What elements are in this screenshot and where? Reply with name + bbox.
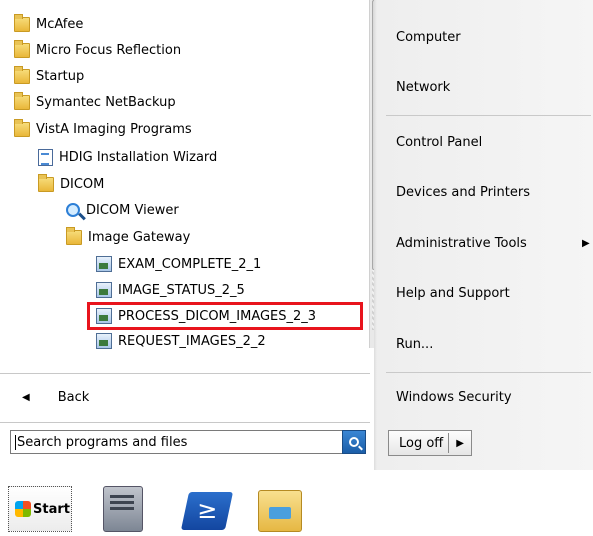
program-item-image-status[interactable]: IMAGE_STATUS_2_5 (96, 278, 245, 302)
program-icon (96, 333, 112, 349)
search-icon (349, 437, 359, 447)
folder-icon (38, 173, 54, 192)
program-label: REQUEST_IMAGES_2_2 (118, 333, 266, 349)
folder-icon (14, 13, 30, 32)
divider (0, 422, 370, 423)
program-item-symantec-netbackup[interactable]: Symantec NetBackup (14, 90, 176, 114)
program-item-dicom[interactable]: DICOM (38, 172, 104, 196)
program-item-image-gateway[interactable]: Image Gateway (66, 225, 190, 249)
submenu-arrow-icon: ▶ (582, 238, 590, 249)
back-label: Back (57, 389, 90, 405)
windows-logo-icon (15, 501, 31, 517)
search-input[interactable]: Search programs and files (10, 430, 354, 454)
file-explorer-icon[interactable] (258, 490, 302, 532)
folder-icon (14, 91, 30, 110)
program-label: VistA Imaging Programs (36, 121, 192, 137)
menu-item-network[interactable]: Network (396, 80, 450, 95)
log-off-label: Log off (399, 435, 444, 451)
program-label: McAfee (36, 16, 84, 32)
program-item-vista-imaging-programs[interactable]: VistA Imaging Programs (14, 117, 192, 141)
menu-item-control-panel[interactable]: Control Panel (396, 135, 482, 150)
program-label: Startup (36, 68, 85, 84)
menu-item-devices-printers[interactable]: Devices and Printers (396, 185, 530, 200)
program-item-exam-complete[interactable]: EXAM_COMPLETE_2_1 (96, 252, 261, 276)
program-label: DICOM Viewer (86, 202, 179, 218)
menu-item-computer[interactable]: Computer (396, 30, 461, 45)
text-caret (15, 434, 16, 450)
program-label: Image Gateway (88, 229, 191, 245)
log-off-options-arrow-icon[interactable]: ▶ (449, 438, 471, 449)
program-label: EXAM_COMPLETE_2_1 (118, 256, 262, 272)
search-button[interactable] (342, 430, 366, 454)
program-item-mcafee[interactable]: McAfee (14, 12, 83, 36)
log-off-button[interactable]: Log off ▶ (388, 430, 472, 456)
selection-highlight (87, 302, 363, 330)
program-item-request-images[interactable]: REQUEST_IMAGES_2_2 (96, 329, 266, 353)
folder-icon (66, 226, 82, 245)
menu-item-run[interactable]: Run... (396, 337, 433, 352)
program-label: HDIG Installation Wizard (59, 149, 218, 165)
program-item-hdig-installation-wizard[interactable]: HDIG Installation Wizard (38, 145, 217, 169)
server-manager-icon[interactable] (103, 486, 143, 532)
folder-icon (14, 39, 30, 58)
folder-icon (14, 118, 30, 137)
program-item-dicom-viewer[interactable]: DICOM Viewer (66, 198, 179, 222)
document-icon (38, 148, 53, 166)
menu-divider (386, 372, 591, 373)
menu-item-windows-security[interactable]: Windows Security (396, 390, 512, 405)
left-arrow-icon: ◀ (22, 391, 30, 403)
program-label: Symantec NetBackup (36, 94, 176, 110)
program-label: Micro Focus Reflection (36, 42, 182, 58)
menu-item-help-support[interactable]: Help and Support (396, 286, 510, 301)
program-item-startup[interactable]: Startup (14, 64, 84, 88)
magnifier-icon (66, 203, 80, 217)
menu-divider (386, 115, 591, 116)
program-label: IMAGE_STATUS_2_5 (118, 282, 245, 298)
program-item-micro-focus-reflection[interactable]: Micro Focus Reflection (14, 38, 181, 62)
start-button[interactable]: Start (8, 486, 72, 532)
program-label: DICOM (60, 176, 105, 192)
menu-item-administrative-tools[interactable]: Administrative Tools (396, 236, 527, 251)
divider (0, 373, 370, 374)
folder-icon (14, 65, 30, 84)
powershell-icon[interactable] (180, 492, 234, 530)
program-icon (96, 256, 112, 272)
right-menu-panel: Computer Network Control Panel Devices a… (374, 0, 593, 470)
program-icon (96, 282, 112, 298)
search-placeholder: Search programs and files (17, 434, 188, 450)
back-button[interactable]: ◀ Back (22, 381, 362, 413)
start-label: Start (33, 501, 70, 517)
